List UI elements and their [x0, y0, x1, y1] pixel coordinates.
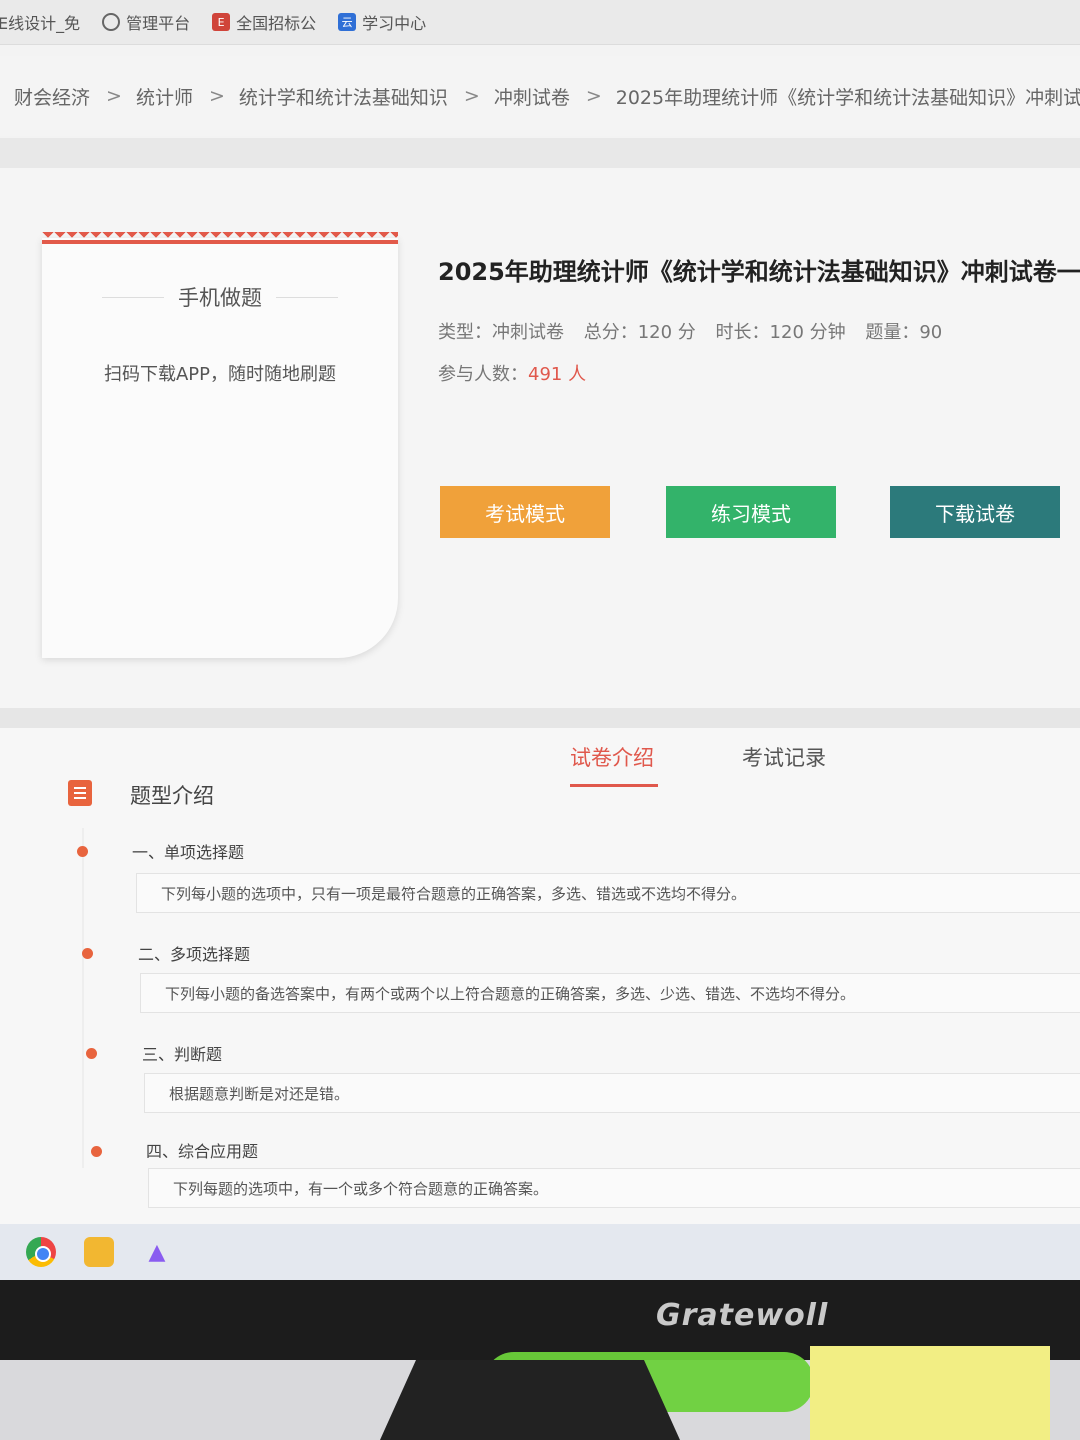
taskbar: ▲ [0, 1224, 1080, 1280]
breadcrumb-separator: > [106, 85, 122, 107]
bookmark-item[interactable]: 云 学习中心 [338, 10, 426, 34]
question-type-desc: 下列每小题的选项中，只有一项是最符合题意的正确答案，多选、错选或不选均不得分。 [136, 873, 1080, 913]
monitor-brand-logo: Gratewoll [656, 1298, 829, 1333]
tab-intro[interactable]: 试卷介绍 [570, 742, 654, 772]
participants-count: 491 人 [528, 364, 587, 385]
section-divider [0, 708, 1080, 728]
exam-type: 类型：冲刺试卷 [438, 322, 564, 343]
browser-icon[interactable] [26, 1237, 56, 1267]
breadcrumb-separator: > [463, 85, 480, 107]
breadcrumb: 财会经济 > 统计师 > 统计学和统计法基础知识 > 冲刺试卷 > 2025年助… [0, 56, 1080, 136]
exam-count: 题量：90 [865, 322, 943, 343]
exam-duration: 时长：120 分钟 [715, 322, 846, 343]
breadcrumb-separator: > [585, 85, 602, 107]
question-type-desc: 下列每题的选项中，有一个或多个符合题意的正确答案。 [148, 1168, 1080, 1208]
timeline-dot [82, 948, 93, 959]
document-icon [68, 780, 92, 806]
tab-records[interactable]: 考试记录 [742, 742, 826, 772]
card-zigzag-edge [42, 232, 398, 244]
question-type-desc: 根据题意判断是对还是错。 [144, 1073, 1080, 1113]
breadcrumb-item[interactable]: 冲刺试卷 [494, 83, 570, 110]
bookmarks-bar: E线设计_免 管理平台 E 全国招标公 云 学习中心 [0, 0, 1080, 45]
practice-mode-button[interactable]: 练习模式 [666, 486, 836, 538]
qr-title-row: 手机做题 [102, 282, 338, 312]
participants-label: 参与人数： [438, 364, 528, 385]
breadcrumb-item[interactable]: 统计学和统计法基础知识 [239, 83, 448, 110]
qr-card-title: 手机做题 [178, 286, 262, 310]
bid-site-icon: E [212, 13, 231, 31]
bookmark-item[interactable]: E 全国招标公 [212, 10, 316, 34]
folder-icon[interactable] [84, 1237, 114, 1267]
qr-card: 手机做题 扫码下载APP，随时随地刷题 [42, 232, 398, 658]
cloud-study-icon: 云 [338, 13, 357, 31]
breadcrumb-item[interactable]: 统计师 [136, 83, 193, 110]
monitor-stand [380, 1360, 680, 1440]
bookmark-item[interactable]: E线设计_免 [0, 10, 80, 34]
timeline-dot [77, 846, 88, 857]
breadcrumb-item[interactable]: 财会经济 [14, 83, 90, 110]
exam-meta: 类型：冲刺试卷 总分：120 分 时长：120 分钟 题量：90 [438, 318, 956, 344]
section-divider [0, 138, 1080, 168]
bookmark-item[interactable]: 管理平台 [102, 10, 190, 34]
bookmark-label: 全国招标公 [236, 14, 317, 33]
exam-panel: 手机做题 扫码下载APP，随时随地刷题 2025年助理统计师《统计学和统计法基础… [0, 168, 1080, 708]
exam-title: 2025年助理统计师《统计学和统计法基础知识》冲刺试卷一 [438, 258, 1080, 286]
qr-card-subtitle: 扫码下载APP，随时随地刷题 [103, 364, 337, 385]
timeline-dot [91, 1146, 102, 1157]
participants: 参与人数：491 人 [438, 360, 586, 386]
question-type-name: 二、多项选择题 [138, 945, 251, 964]
photos-icon[interactable]: ▲ [142, 1237, 172, 1267]
exam-details: 试卷介绍 考试记录 题型介绍 一、单项选择题 下列每小题的选项中，只有一项是最符… [0, 728, 1080, 1224]
active-tab-indicator [570, 784, 658, 787]
question-type-name: 四、综合应用题 [146, 1142, 259, 1161]
bookmark-label: 管理平台 [126, 14, 191, 33]
question-type-name: 三、判断题 [142, 1045, 223, 1064]
breadcrumb-separator: > [208, 85, 225, 107]
breadcrumb-current: 2025年助理统计师《统计学和统计法基础知识》冲刺试卷一 [615, 86, 1080, 109]
exam-mode-button[interactable]: 考试模式 [440, 486, 610, 538]
paper [810, 1346, 1050, 1440]
section-title: 题型介绍 [130, 784, 214, 808]
download-paper-button[interactable]: 下载试卷 [890, 486, 1060, 538]
question-type-name: 一、单项选择题 [132, 843, 245, 862]
bookmark-label: E线设计_免 [0, 14, 81, 33]
divider [276, 296, 338, 298]
globe-icon [102, 13, 121, 31]
divider [102, 296, 164, 298]
timeline-line [82, 828, 84, 1168]
question-type-desc: 下列每小题的备选答案中，有两个或两个以上符合题意的正确答案，多选、少选、错选、不… [140, 973, 1080, 1013]
exam-score: 总分：120 分 [583, 322, 696, 343]
bookmark-label: 学习中心 [362, 14, 427, 33]
timeline-dot [86, 1048, 97, 1059]
